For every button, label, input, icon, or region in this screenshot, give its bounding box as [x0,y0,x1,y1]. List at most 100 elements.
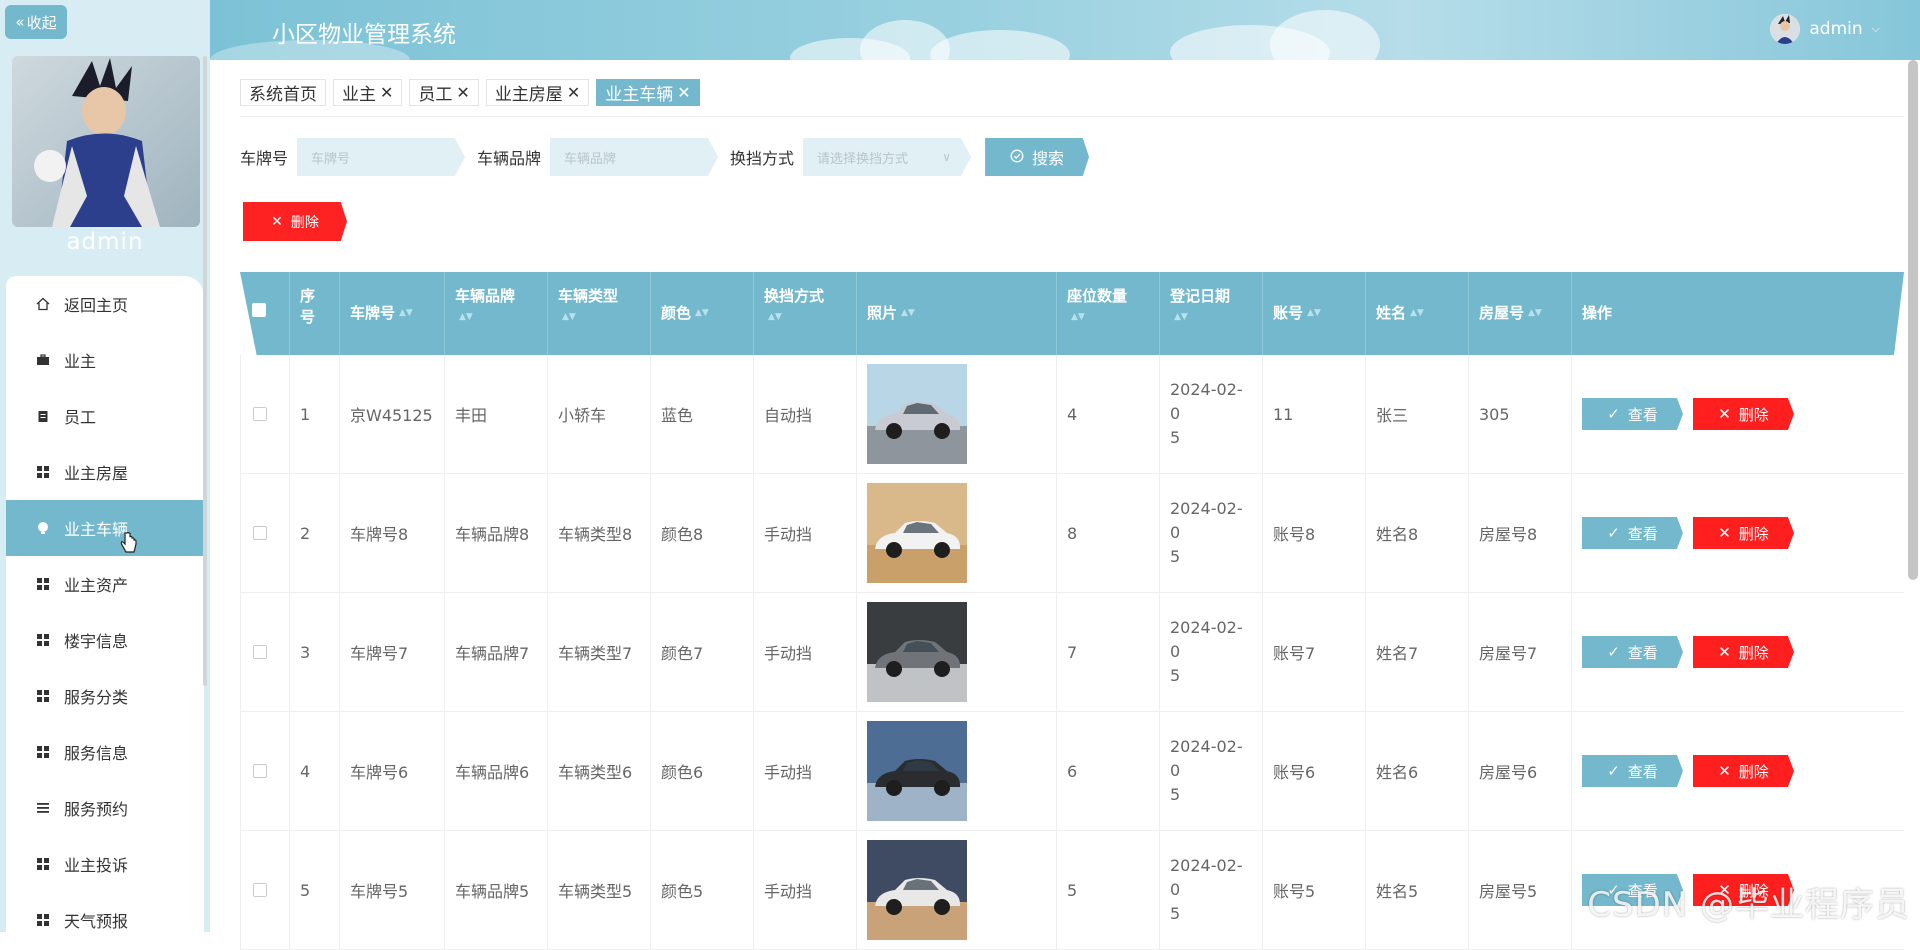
car-photo[interactable] [867,840,967,940]
page-scrollbar[interactable] [1908,60,1918,580]
sidebar-item-service-category[interactable]: 服务分类 [6,668,204,724]
list-icon [36,801,50,815]
sort-icon: ▲▼ [1410,303,1424,324]
sidebar-item-owner-house[interactable]: 业主房屋 [6,444,204,500]
sidebar-item-owner[interactable]: 业主 [6,332,204,388]
sidebar-scrollbar[interactable] [203,56,207,686]
sidebar-item-building[interactable]: 楼宇信息 [6,612,204,668]
cell-no: 5 [290,831,340,949]
table-body: 1京W45125丰田小轿车蓝色自动挡42024-02-0511张三305✓查看✕… [240,355,1904,950]
row-checkbox-cell [240,593,290,711]
sidebar-item-home[interactable]: 返回主页 [6,276,204,332]
cell-date: 2024-02-05 [1160,593,1263,711]
sort-icon: ▲▼ [768,307,782,328]
plate-input[interactable]: 车牌号 [297,138,465,176]
car-photo[interactable] [867,721,967,821]
tab-owner-house[interactable]: 业主房屋 ✕ [486,79,589,106]
cell-date: 2024-02-05 [1160,712,1263,830]
view-button[interactable]: ✓查看 [1582,755,1683,787]
tab-bar: 系统首页 业主 ✕ 员工 ✕ 业主房屋 ✕ 业主车辆 ✕ [240,79,700,106]
col-header-brand[interactable]: 车辆品牌▲▼ [445,272,548,355]
sidebar-item-weather[interactable]: 天气预报 [6,892,204,932]
cell-color: 颜色5 [651,831,754,949]
sort-icon: ▲▼ [695,303,709,324]
select-all-checkbox[interactable] [252,303,266,317]
gear-select[interactable]: 请选择换挡方式 ∨ [803,138,971,176]
hand-cursor-icon [120,532,138,558]
sort-icon: ▲▼ [1071,307,1085,328]
col-header-photo[interactable]: 照片▲▼ [857,272,1057,355]
close-icon[interactable]: ✕ [380,83,393,102]
cell-color: 颜色7 [651,593,754,711]
cell-gear: 手动挡 [754,712,857,830]
table-row: 4车牌号6车辆品牌6车辆类型6颜色6手动挡62024-02-05账号6姓名6房屋… [240,712,1904,831]
collapse-button[interactable]: « 收起 [5,5,67,39]
search-button[interactable]: 搜索 [985,138,1089,176]
cell-brand: 车辆品牌7 [445,593,548,711]
col-header-date[interactable]: 登记日期▲▼ [1160,272,1263,355]
cell-plate: 车牌号8 [340,474,445,592]
user-menu[interactable]: admin ⌵ [1770,14,1880,44]
tab-staff[interactable]: 员工 ✕ [409,79,478,106]
sidebar-item-service-info[interactable]: 服务信息 [6,724,204,780]
row-checkbox[interactable] [253,407,267,421]
sort-icon: ▲▼ [901,303,915,324]
view-button[interactable]: ✓查看 [1582,636,1683,668]
close-icon[interactable]: ✕ [567,83,580,102]
row-checkbox[interactable] [253,764,267,778]
close-icon[interactable]: ✕ [456,83,469,102]
sidebar-item-complaint[interactable]: 业主投诉 [6,836,204,892]
sidebar-item-owner-vehicle[interactable]: 业主车辆 [6,500,204,556]
cell-photo [857,712,1057,830]
delete-button[interactable]: ✕删除 [1693,398,1794,430]
double-chevron-left-icon: « [15,13,24,31]
cell-actions: ✓查看 ✕删除 [1572,474,1804,592]
sidebar-menu: 返回主页 业主 员工 业主房屋 业主车辆 [6,276,204,932]
brand-input[interactable]: 车辆品牌 [550,138,718,176]
cell-no: 2 [290,474,340,592]
delete-button[interactable]: ✕删除 [1693,517,1794,549]
batch-delete-button[interactable]: ✕ 删除 [243,202,347,241]
col-header-gear[interactable]: 换挡方式▲▼ [754,272,857,355]
delete-button[interactable]: ✕删除 [1693,636,1794,668]
close-icon: ✕ [1718,762,1731,780]
check-icon: ✓ [1607,643,1620,661]
cell-brand: 车辆品牌5 [445,831,548,949]
col-header-color[interactable]: 颜色▲▼ [651,272,754,355]
tab-home[interactable]: 系统首页 [240,79,326,106]
cell-gear: 手动挡 [754,831,857,949]
cell-gear: 自动挡 [754,355,857,473]
delete-button[interactable]: ✕删除 [1693,755,1794,787]
col-header-house[interactable]: 房屋号▲▼ [1469,272,1572,355]
sidebar-item-service-booking[interactable]: 服务预约 [6,780,204,836]
tab-owner[interactable]: 业主 ✕ [333,79,402,106]
col-header-plate[interactable]: 车牌号▲▼ [340,272,445,355]
row-checkbox[interactable] [253,883,267,897]
cell-date: 2024-02-05 [1160,355,1263,473]
car-photo[interactable] [867,483,967,583]
cell-house: 房屋号5 [1469,831,1572,949]
chevron-down-icon: ⌵ [1872,22,1880,36]
row-checkbox[interactable] [253,526,267,540]
cell-type: 车辆类型7 [548,593,651,711]
car-photo[interactable] [867,364,967,464]
col-header-account[interactable]: 账号▲▼ [1263,272,1366,355]
vehicle-table: 序号 车牌号▲▼ 车辆品牌▲▼ 车辆类型▲▼ 颜色▲▼ 换挡方式▲▼ 照片▲▼ … [240,272,1904,950]
cell-photo [857,474,1057,592]
view-button[interactable]: ✓查看 [1582,517,1683,549]
col-header-name[interactable]: 姓名▲▼ [1366,272,1469,355]
sidebar-item-owner-asset[interactable]: 业主资产 [6,556,204,612]
col-header-seats[interactable]: 座位数量▲▼ [1057,272,1160,355]
car-photo[interactable] [867,602,967,702]
col-header-type[interactable]: 车辆类型▲▼ [548,272,651,355]
top-header: 小区物业管理系统 admin ⌵ [210,0,1920,60]
close-icon[interactable]: ✕ [677,83,690,102]
sidebar-item-staff[interactable]: 员工 [6,388,204,444]
cell-type: 小轿车 [548,355,651,473]
tab-owner-vehicle[interactable]: 业主车辆 ✕ [596,79,699,106]
check-icon: ✓ [1607,524,1620,542]
sidebar-user-name: admin [0,229,210,255]
view-button[interactable]: ✓查看 [1582,398,1683,430]
cell-color: 蓝色 [651,355,754,473]
row-checkbox[interactable] [253,645,267,659]
